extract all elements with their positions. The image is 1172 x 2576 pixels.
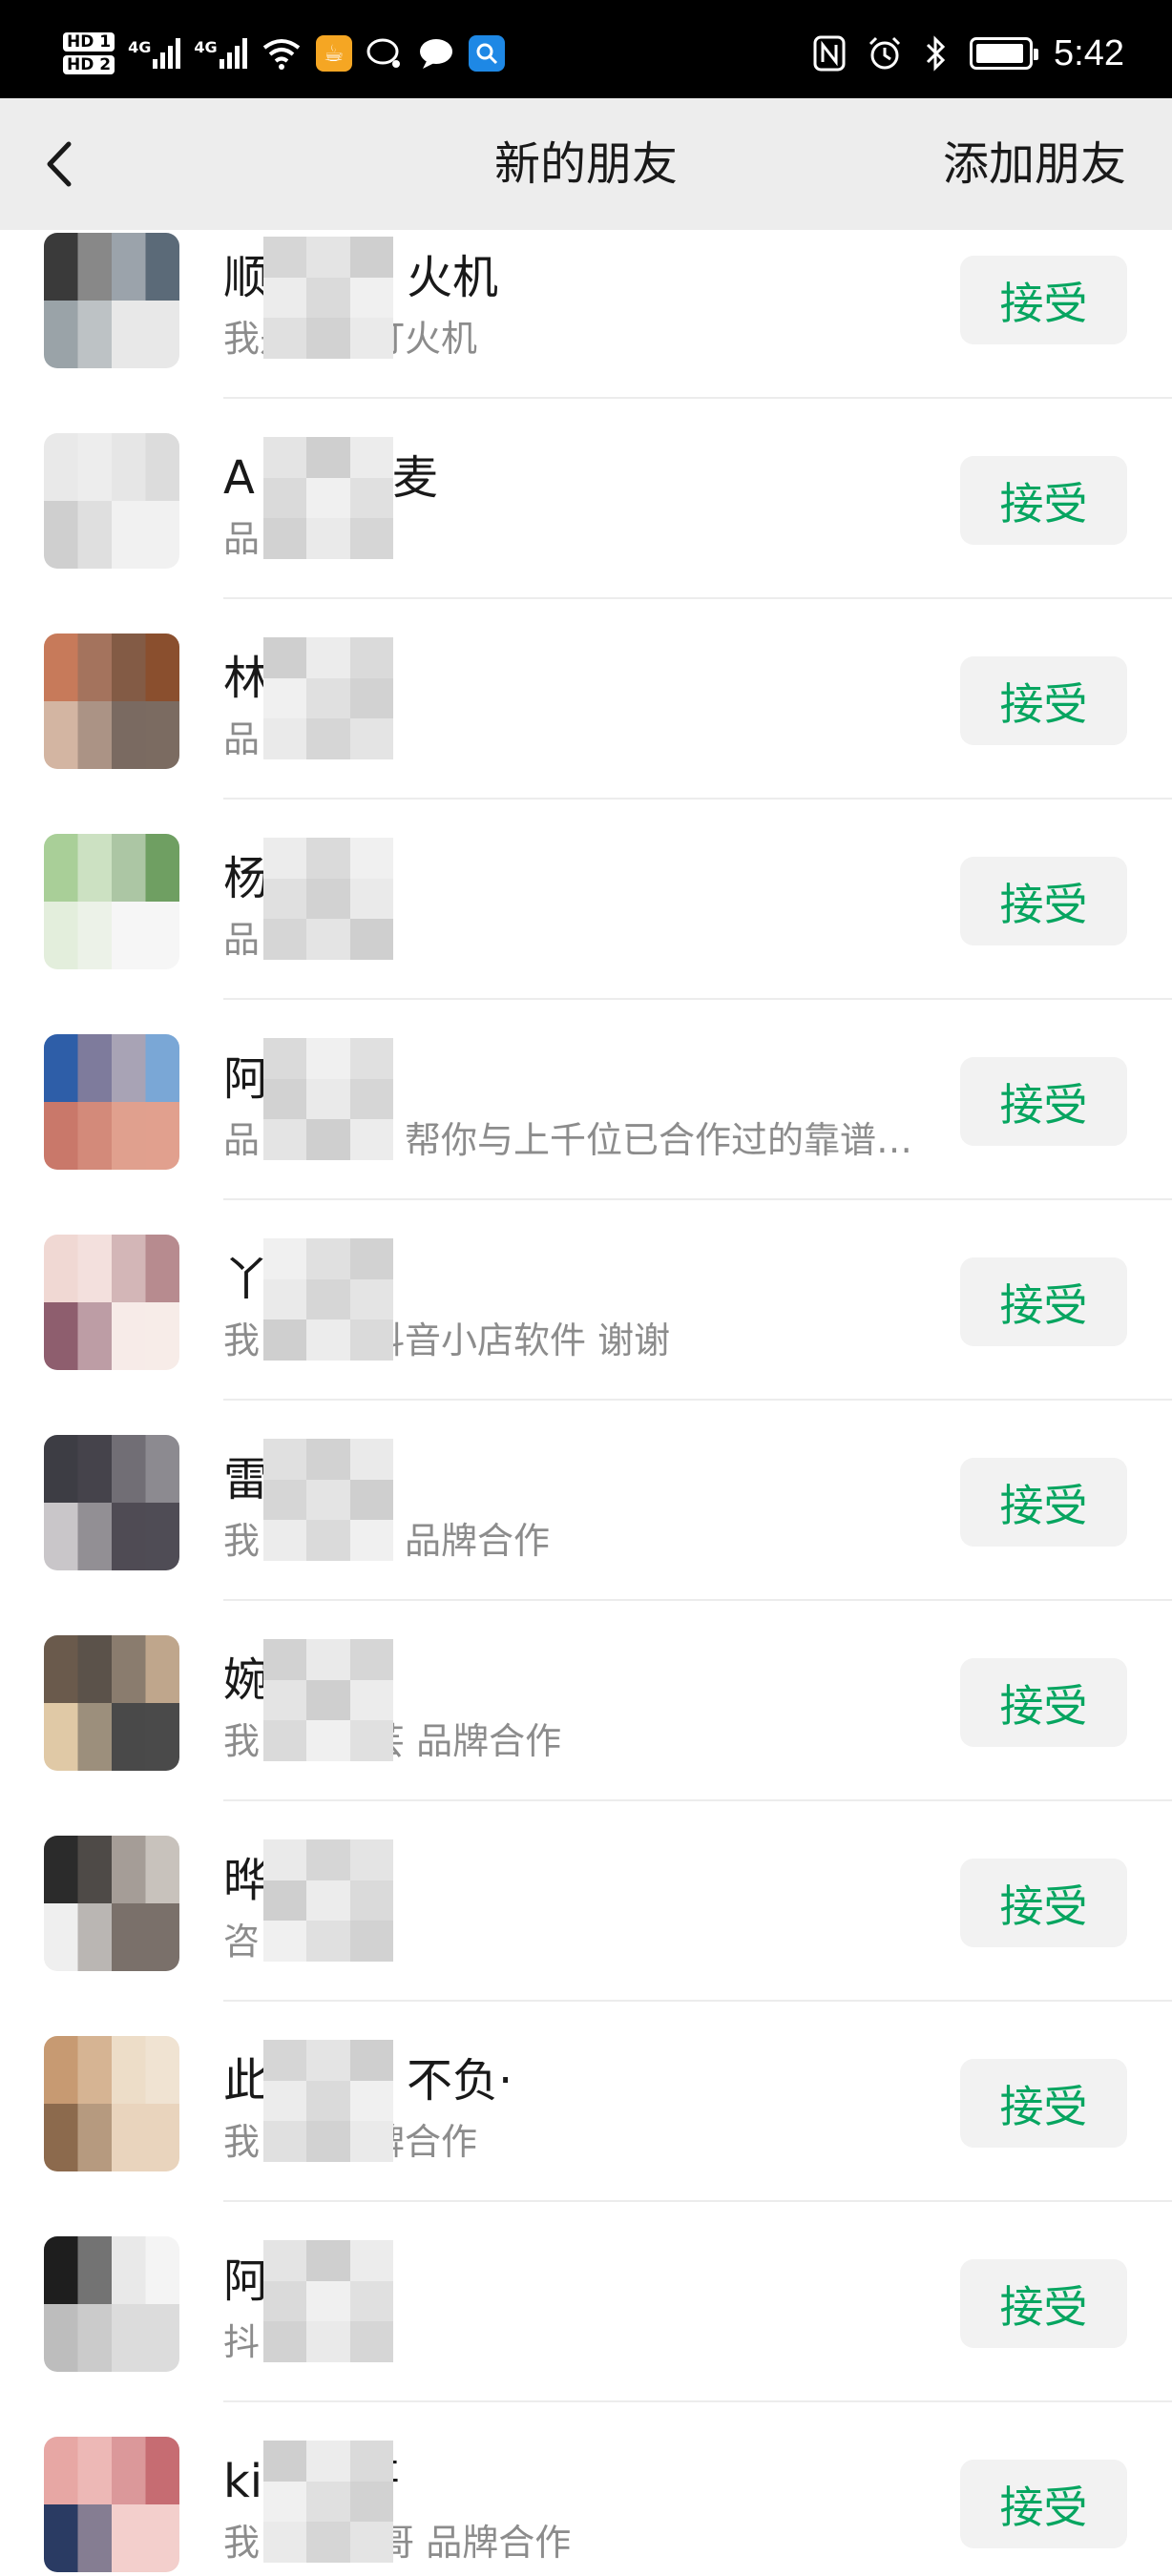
avatar[interactable] bbox=[44, 2437, 179, 2572]
status-time: 5:42 bbox=[1054, 32, 1124, 73]
avatar[interactable] bbox=[44, 1635, 179, 1771]
accept-button[interactable]: 接受 bbox=[960, 2259, 1127, 2348]
status-bar-left: HD 1 HD 2 4G 4G ☕ bbox=[63, 25, 505, 82]
message-icon bbox=[419, 39, 452, 69]
bluetooth-icon bbox=[926, 35, 946, 72]
accept-button[interactable]: 接受 bbox=[960, 256, 1127, 344]
signal-icon: 4G bbox=[194, 38, 247, 69]
avatar[interactable] bbox=[44, 1235, 179, 1370]
avatar[interactable] bbox=[44, 1836, 179, 1971]
hd-indicators: HD 1 HD 2 bbox=[63, 32, 115, 74]
avatar[interactable] bbox=[44, 834, 179, 969]
friend-request-row[interactable]: 婉我 芸 品牌合作接受 bbox=[0, 1601, 1172, 1801]
accept-button[interactable]: 接受 bbox=[960, 456, 1127, 545]
status-bar: HD 1 HD 2 4G 4G ☕ 5:42 bbox=[0, 0, 1172, 98]
friend-request-row[interactable]: 林品接受 bbox=[0, 599, 1172, 800]
signal-bars-icon bbox=[219, 38, 247, 69]
accept-button[interactable]: 接受 bbox=[960, 1859, 1127, 1947]
friend-request-row[interactable]: 阿品 ，帮你与上千位已合作过的靠谱达人建立联系接受 bbox=[0, 1000, 1172, 1200]
accept-button[interactable]: 接受 bbox=[960, 857, 1127, 945]
nfc-icon bbox=[813, 35, 846, 72]
privacy-mosaic bbox=[263, 838, 393, 960]
hd-badge-2: HD 2 bbox=[63, 55, 115, 74]
privacy-mosaic bbox=[263, 2441, 393, 2563]
privacy-mosaic bbox=[263, 637, 393, 759]
app-icon: ☕ bbox=[315, 35, 352, 72]
privacy-mosaic bbox=[263, 237, 393, 359]
avatar[interactable] bbox=[44, 1435, 179, 1570]
signal-icon: 4G bbox=[128, 38, 181, 69]
friend-request-row[interactable]: 阿抖接受 bbox=[0, 2202, 1172, 2402]
friend-request-row[interactable]: 此 不负· 我 品牌合作 接受 bbox=[0, 2002, 1172, 2202]
status-bar-right: 5:42 bbox=[813, 25, 1124, 82]
signal-bars-icon bbox=[153, 38, 181, 69]
accept-button[interactable]: 接受 bbox=[960, 656, 1127, 745]
privacy-mosaic bbox=[263, 1639, 393, 1761]
friend-request-row[interactable]: 丫我 抖音小店软件 谢谢 接受 bbox=[0, 1200, 1172, 1401]
accept-button[interactable]: 接受 bbox=[960, 2460, 1127, 2548]
chevron-left-icon[interactable] bbox=[32, 135, 90, 194]
avatar[interactable] bbox=[44, 2036, 179, 2171]
accept-button[interactable]: 接受 bbox=[960, 1458, 1127, 1547]
accept-button[interactable]: 接受 bbox=[960, 1257, 1127, 1346]
avatar[interactable] bbox=[44, 1034, 179, 1170]
accept-button[interactable]: 接受 bbox=[960, 1658, 1127, 1747]
nav-bar: 新的朋友 添加朋友 bbox=[0, 98, 1172, 230]
friend-request-row[interactable]: 晔咨 店接受 bbox=[0, 1801, 1172, 2002]
accept-button[interactable]: 接受 bbox=[960, 1057, 1127, 1146]
privacy-mosaic bbox=[263, 1839, 393, 1962]
wifi-icon bbox=[262, 39, 300, 70]
privacy-mosaic bbox=[263, 2240, 393, 2362]
accept-button[interactable]: 接受 bbox=[960, 2059, 1127, 2148]
privacy-mosaic bbox=[263, 1439, 393, 1561]
battery-level bbox=[976, 44, 1024, 63]
network-type-2: 4G bbox=[194, 38, 218, 56]
add-friend-button[interactable]: 添加朋友 bbox=[943, 98, 1126, 230]
friend-request-row[interactable]: 雷我 ，品牌合作 接受 bbox=[0, 1401, 1172, 1601]
privacy-mosaic bbox=[263, 437, 393, 559]
friend-request-row[interactable]: A 麦品接受 bbox=[0, 399, 1172, 599]
network-type-1: 4G bbox=[128, 38, 152, 56]
battery-icon bbox=[970, 37, 1039, 70]
friend-request-list: 顺 火机 我是 打火机 接受 A 麦品接受林品接受杨品接受阿品 ，帮你与上千位已合作过… bbox=[0, 230, 1172, 2576]
avatar[interactable] bbox=[44, 433, 179, 569]
chat-bubble-icon bbox=[366, 38, 400, 68]
friend-request-row[interactable]: ki 哥我 ng哥 品牌合作接受 bbox=[0, 2402, 1172, 2576]
search-app-icon bbox=[468, 35, 505, 72]
privacy-mosaic bbox=[263, 1238, 393, 1361]
alarm-icon bbox=[869, 36, 901, 70]
avatar[interactable] bbox=[44, 634, 179, 769]
hd-badge-1: HD 1 bbox=[63, 32, 115, 52]
friend-request-row[interactable]: 杨品接受 bbox=[0, 800, 1172, 1000]
privacy-mosaic bbox=[263, 1038, 393, 1160]
avatar[interactable] bbox=[44, 2236, 179, 2372]
avatar[interactable] bbox=[44, 233, 179, 368]
friend-request-row[interactable]: 顺 火机 我是 打火机 接受 bbox=[0, 230, 1172, 399]
privacy-mosaic bbox=[263, 2040, 393, 2162]
